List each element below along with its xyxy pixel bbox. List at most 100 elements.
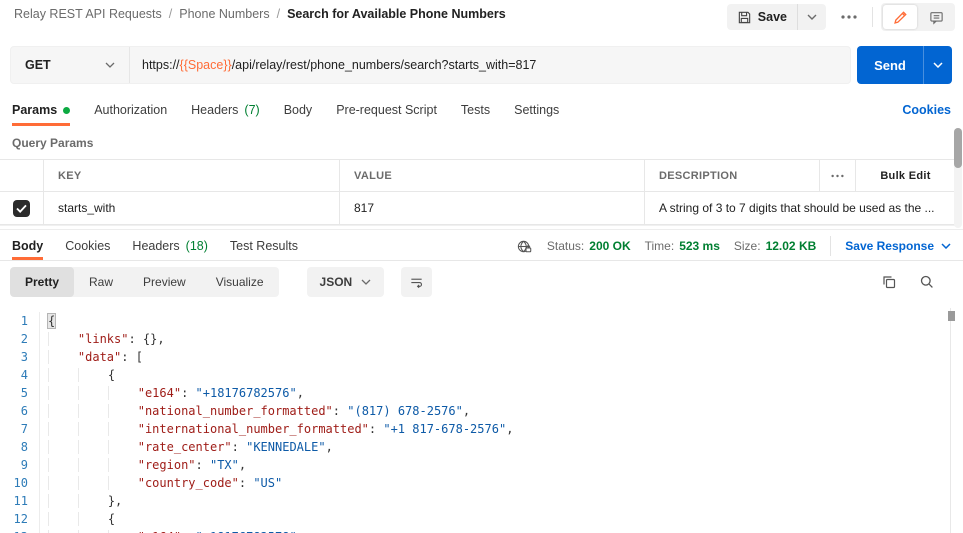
- tab-count-badge: (7): [244, 103, 259, 117]
- tab-label: Headers: [191, 103, 238, 117]
- send-menu-button[interactable]: [923, 46, 952, 84]
- response-tab-body[interactable]: Body: [12, 232, 43, 260]
- comments-button[interactable]: [919, 5, 953, 29]
- params-header-row: KEY VALUE DESCRIPTION Bulk Edit: [0, 159, 955, 191]
- tab-authorization[interactable]: Authorization: [94, 94, 167, 126]
- breadcrumb-item-search-for-available-phone-numbers[interactable]: Search for Available Phone Numbers: [287, 7, 506, 21]
- header-divider: [872, 7, 873, 27]
- chevron-down-icon: [361, 279, 371, 285]
- query-params-title: Query Params: [12, 136, 93, 150]
- chevron-down-icon: [105, 62, 115, 68]
- line-number: 3: [0, 348, 40, 366]
- code-text: "national_number_formatted": "(817) 678-…: [40, 404, 470, 418]
- column-header-description: DESCRIPTION: [645, 160, 819, 191]
- params-rows: starts_with817A string of 3 to 7 digits …: [0, 191, 955, 225]
- method-select[interactable]: GET: [11, 47, 129, 83]
- request-tab-list: Params Authorization Headers (7) Body Pre-req…: [12, 94, 583, 126]
- more-horizontal-icon: [841, 15, 857, 19]
- section-divider: [0, 229, 963, 230]
- breadcrumb-item-phone-numbers[interactable]: Phone Numbers: [179, 7, 269, 21]
- params-next-row-hint: [0, 225, 955, 226]
- mode-raw[interactable]: Raw: [74, 267, 128, 297]
- send-split-button: Send: [857, 46, 952, 84]
- response-tab-cookies[interactable]: Cookies: [65, 232, 110, 260]
- line-number: 12: [0, 510, 40, 528]
- page-scrollbar-track: [954, 128, 962, 228]
- code-line: 11 },: [0, 492, 949, 510]
- save-button[interactable]: Save: [727, 10, 797, 25]
- request-tabs: Params Authorization Headers (7) Body Pre-req…: [12, 94, 951, 126]
- param-description[interactable]: A string of 3 to 7 digits that should be…: [645, 192, 955, 224]
- tab-headers[interactable]: Headers (7): [191, 94, 260, 126]
- column-header-key: KEY: [44, 160, 340, 191]
- wrap-lines-button[interactable]: [401, 267, 432, 297]
- column-header-value: VALUE: [340, 160, 645, 191]
- response-scrollbar-thumb[interactable]: [948, 311, 955, 321]
- save-response-button[interactable]: Save Response: [845, 239, 951, 253]
- response-tabs-border: [0, 260, 963, 261]
- search-button[interactable]: [919, 274, 935, 290]
- line-number: 2: [0, 330, 40, 348]
- response-tab-headers[interactable]: Headers(18): [132, 232, 207, 260]
- copy-icon: [881, 274, 897, 290]
- line-number: 7: [0, 420, 40, 438]
- globe-lock-icon[interactable]: [516, 238, 533, 255]
- bulk-edit-button[interactable]: Bulk Edit: [855, 160, 955, 191]
- more-actions-button[interactable]: [834, 4, 864, 30]
- code-text: "country_code": "US": [40, 476, 282, 490]
- code-text: },: [40, 494, 122, 508]
- copy-button[interactable]: [881, 274, 897, 290]
- param-key[interactable]: starts_with: [44, 192, 340, 224]
- request-url-row: GET https://{{Space}}/api/relay/rest/pho…: [10, 46, 952, 84]
- code-line: 4 {: [0, 366, 949, 384]
- search-icon: [919, 274, 935, 290]
- row-checkbox[interactable]: [13, 200, 30, 217]
- tab-params[interactable]: Params: [12, 94, 70, 126]
- code-line: 5 "e164": "+18176782576",: [0, 384, 949, 402]
- response-body-viewer[interactable]: 1{2 "links": {},3 "data": [4 {5 "e164": …: [0, 306, 949, 533]
- chevron-down-icon: [941, 243, 951, 249]
- tab-pre-request-script[interactable]: Pre-request Script: [336, 94, 437, 126]
- tab-label: Authorization: [94, 103, 167, 117]
- code-line: 13 "e164": "+18176782578",: [0, 528, 949, 533]
- tab-tests[interactable]: Tests: [461, 94, 490, 126]
- edit-mode-button[interactable]: [883, 5, 917, 29]
- param-value[interactable]: 817: [340, 192, 645, 224]
- more-horizontal-icon: [831, 174, 844, 178]
- viewer-mode-tabs: PrettyRawPreviewVisualize: [10, 267, 279, 297]
- mode-pretty[interactable]: Pretty: [10, 267, 74, 297]
- status-label: Status:: [547, 239, 584, 253]
- tab-label: Pre-request Script: [336, 103, 437, 117]
- save-split-button: Save: [727, 4, 826, 30]
- code-line: 6 "national_number_formatted": "(817) 67…: [0, 402, 949, 420]
- line-number: 13: [0, 528, 40, 533]
- breadcrumb-item-relay-rest-api-requests[interactable]: Relay REST API Requests: [14, 7, 162, 21]
- mode-visualize[interactable]: Visualize: [201, 267, 279, 297]
- code-line: 10 "country_code": "US": [0, 474, 949, 492]
- chevron-down-icon: [933, 62, 943, 68]
- tab-label: Body: [12, 239, 43, 253]
- cookies-link[interactable]: Cookies: [902, 103, 951, 117]
- save-response-label: Save Response: [845, 239, 934, 253]
- response-scrollbar-track: [950, 308, 951, 533]
- status-divider: [830, 236, 831, 256]
- tab-body[interactable]: Body: [284, 94, 313, 126]
- breadcrumb-separator: /: [169, 7, 172, 21]
- url-input[interactable]: https://{{Space}}/api/relay/rest/phone_n…: [130, 58, 548, 72]
- url-prefix: https://: [142, 58, 180, 72]
- response-tab-test-results[interactable]: Test Results: [230, 232, 298, 260]
- header-bar: Relay REST API Requests/Phone Numbers/Se…: [0, 0, 963, 30]
- comment-icon: [929, 10, 944, 25]
- send-button[interactable]: Send: [857, 46, 923, 84]
- mode-preview[interactable]: Preview: [128, 267, 201, 297]
- code-text: "international_number_formatted": "+1 81…: [40, 422, 513, 436]
- save-menu-button[interactable]: [797, 4, 826, 30]
- url-suffix: /api/relay/rest/phone_numbers/search?sta…: [232, 58, 537, 72]
- wrap-lines-icon: [409, 275, 424, 290]
- response-tab-list: Body Cookies Headers(18) Test Results: [12, 232, 320, 260]
- page-scrollbar-thumb[interactable]: [954, 128, 962, 168]
- format-select[interactable]: JSON: [307, 267, 385, 297]
- tab-settings[interactable]: Settings: [514, 94, 559, 126]
- params-more-button[interactable]: [819, 160, 855, 191]
- size-value: 12.02 KB: [766, 239, 817, 253]
